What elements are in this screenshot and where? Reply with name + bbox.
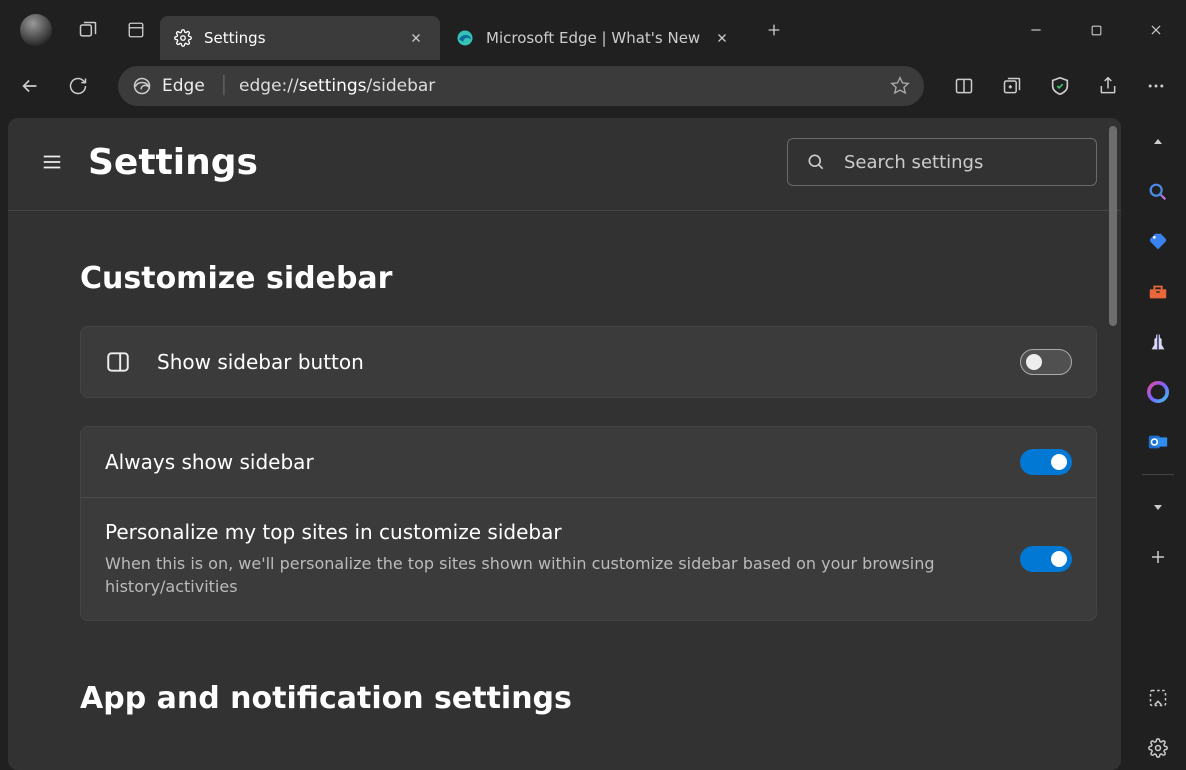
close-tab-button[interactable] [406, 28, 426, 48]
sidebar-add-button[interactable] [1136, 535, 1180, 579]
row-description: When this is on, we'll personalize the t… [105, 552, 994, 598]
row-label: Show sidebar button [157, 350, 994, 374]
shopping-sidebar-icon[interactable] [1136, 220, 1180, 264]
row-personalize-top-sites: Personalize my top sites in customize si… [81, 497, 1096, 620]
refresh-button[interactable] [58, 66, 98, 106]
maximize-button[interactable] [1066, 5, 1126, 55]
row-always-show-sidebar: Always show sidebar [81, 427, 1096, 497]
titlebar: Settings Microsoft Edge | What's New [0, 0, 1186, 60]
menu-button[interactable] [36, 146, 68, 178]
share-button[interactable] [1088, 66, 1128, 106]
split-screen-button[interactable] [944, 66, 984, 106]
edge-logo-icon [456, 29, 474, 47]
close-tab-button[interactable] [712, 28, 732, 48]
tab-settings[interactable]: Settings [160, 16, 440, 60]
edge-logo-icon [132, 76, 152, 96]
games-sidebar-icon[interactable] [1136, 320, 1180, 364]
screenshot-sidebar-icon[interactable] [1136, 676, 1180, 720]
row-show-sidebar-button: Show sidebar button [81, 327, 1096, 397]
favorite-button[interactable] [890, 76, 910, 96]
body-area: Settings Search settings Customize sideb… [0, 112, 1186, 770]
content-card: Settings Search settings Customize sideb… [8, 118, 1121, 770]
panel-sidebar-options: Always show sidebar Personalize my top s… [80, 426, 1097, 621]
sidebar-divider [1142, 474, 1174, 475]
page-title: Settings [88, 142, 258, 183]
browser-toolbar: Edge │ edge://settings/sidebar [0, 60, 1186, 112]
settings-header: Settings Search settings [8, 118, 1121, 211]
edge-sidebar [1129, 112, 1186, 770]
address-url: edge://settings/sidebar [239, 76, 435, 96]
search-placeholder: Search settings [844, 152, 983, 173]
search-settings-input[interactable]: Search settings [787, 138, 1097, 186]
new-tab-button[interactable] [754, 10, 794, 50]
browser-essentials-button[interactable] [1040, 66, 1080, 106]
close-window-button[interactable] [1126, 5, 1186, 55]
tab-label: Microsoft Edge | What's New [486, 29, 700, 47]
minimize-button[interactable] [1006, 5, 1066, 55]
tab-actions-button[interactable] [116, 10, 156, 50]
gear-icon [174, 29, 192, 47]
tools-sidebar-icon[interactable] [1136, 270, 1180, 314]
row-label: Personalize my top sites in customize si… [105, 520, 994, 544]
row-label: Always show sidebar [105, 450, 994, 474]
address-bar[interactable]: Edge │ edge://settings/sidebar [118, 66, 924, 106]
tab-whatsnew[interactable]: Microsoft Edge | What's New [442, 16, 746, 60]
panel-show-sidebar-button: Show sidebar button [80, 326, 1097, 398]
profile-avatar[interactable] [20, 14, 52, 46]
scrollbar-thumb[interactable] [1109, 126, 1117, 326]
toggle-always-show-sidebar[interactable] [1020, 449, 1072, 475]
sidebar-settings-button[interactable] [1136, 726, 1180, 770]
section-title-app-notification: App and notification settings [80, 681, 1097, 716]
back-button[interactable] [10, 66, 50, 106]
window-controls [1006, 5, 1186, 55]
workspaces-button[interactable] [68, 10, 108, 50]
m365-sidebar-icon[interactable] [1136, 370, 1180, 414]
tab-label: Settings [204, 29, 394, 47]
sidebar-expand-button[interactable] [1136, 485, 1180, 529]
sidebar-collapse-button[interactable] [1136, 120, 1180, 164]
divider: │ [219, 76, 229, 96]
search-icon [806, 152, 826, 172]
toggle-personalize-top-sites[interactable] [1020, 546, 1072, 572]
settings-body: Customize sidebar Show sidebar button Al… [8, 211, 1121, 770]
toggle-show-sidebar-button[interactable] [1020, 349, 1072, 375]
address-scheme-label: Edge [162, 76, 205, 96]
search-sidebar-icon[interactable] [1136, 170, 1180, 214]
collections-button[interactable] [992, 66, 1032, 106]
section-title-customize-sidebar: Customize sidebar [80, 261, 1097, 296]
more-button[interactable] [1136, 66, 1176, 106]
sidebar-icon [105, 349, 131, 375]
outlook-sidebar-icon[interactable] [1136, 420, 1180, 464]
